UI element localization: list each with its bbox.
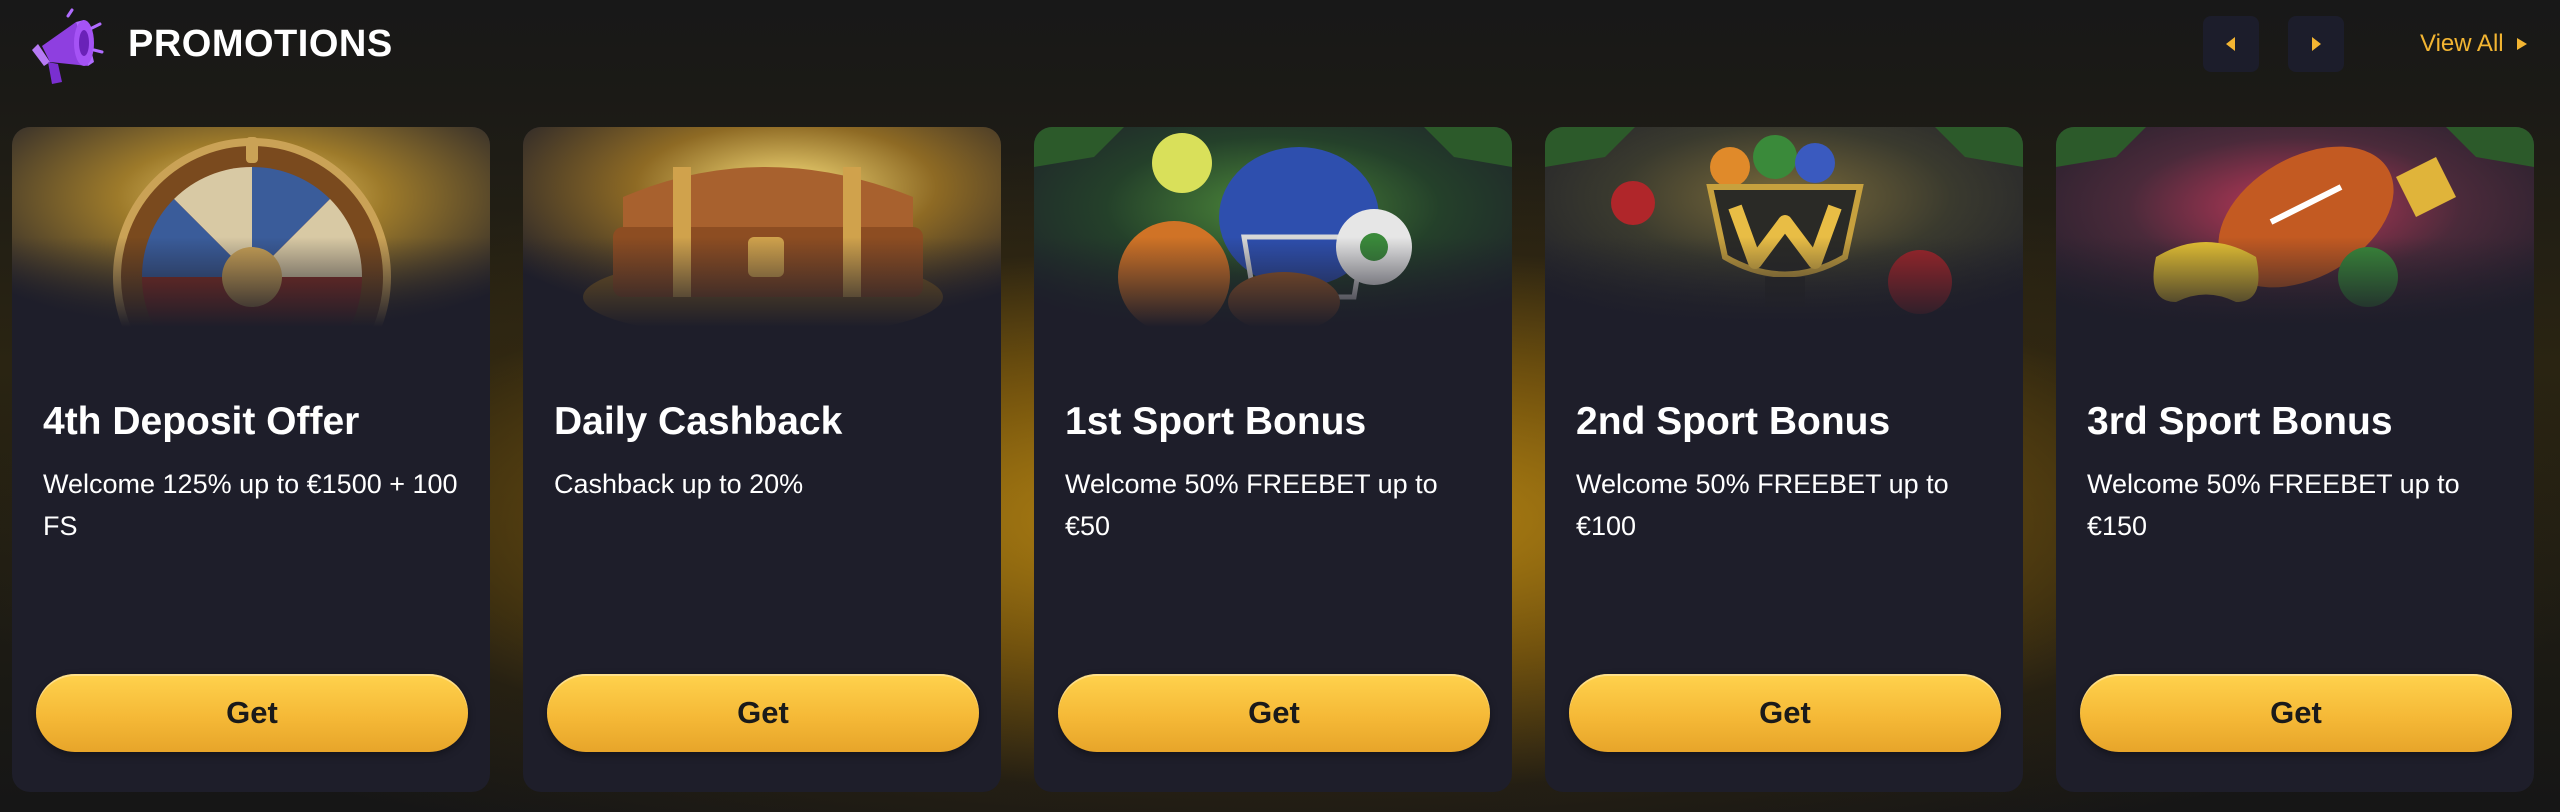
megaphone-icon xyxy=(24,6,106,88)
promo-description: Welcome 50% FREEBET up to €50 xyxy=(1065,469,1438,541)
get-button[interactable]: Get xyxy=(36,674,468,752)
promo-description: Welcome 50% FREEBET up to €150 xyxy=(2087,469,2460,541)
next-button[interactable] xyxy=(2288,16,2344,72)
previous-button[interactable] xyxy=(2203,16,2259,72)
promo-card: 1st Sport Bonus Welcome 50% FREEBET up t… xyxy=(1034,127,1512,792)
promo-title: 1st Sport Bonus xyxy=(1065,400,1367,443)
caret-right-icon xyxy=(2516,38,2527,50)
sports-balls-image xyxy=(1034,127,1512,327)
football-gamepad-image xyxy=(2056,127,2534,327)
view-all-link[interactable]: View All xyxy=(2420,24,2528,64)
get-button[interactable]: Get xyxy=(547,674,979,752)
promo-card: 3rd Sport Bonus Welcome 50% FREEBET up t… xyxy=(2056,127,2534,792)
promo-description: Welcome 50% FREEBET up to €100 xyxy=(1576,469,1949,541)
view-all-label: View All xyxy=(2420,30,2504,57)
promo-description: Cashback up to 20% xyxy=(554,469,804,499)
treasure-chest-image xyxy=(523,127,1001,327)
fortune-wheel-image xyxy=(12,127,490,327)
promo-card: 4th Deposit Offer Welcome 125% up to €15… xyxy=(12,127,490,792)
promo-card: Daily Cashback Cashback up to 20% Get xyxy=(523,127,1001,792)
caret-left-icon xyxy=(2226,37,2235,51)
get-button[interactable]: Get xyxy=(2080,674,2512,752)
promo-title: 4th Deposit Offer xyxy=(43,400,360,443)
trophy-image xyxy=(1545,127,2023,327)
promo-card: 2nd Sport Bonus Welcome 50% FREEBET up t… xyxy=(1545,127,2023,792)
promo-title: 2nd Sport Bonus xyxy=(1576,400,1891,443)
promotions-header: PROMOTIONS View All xyxy=(0,0,2560,100)
promotions-carousel: 4th Deposit Offer Welcome 125% up to €15… xyxy=(12,127,2552,792)
promo-title: Daily Cashback xyxy=(554,400,843,443)
get-button[interactable]: Get xyxy=(1058,674,1490,752)
caret-right-icon xyxy=(2312,37,2321,51)
page-title: PROMOTIONS xyxy=(128,23,393,65)
promo-title: 3rd Sport Bonus xyxy=(2087,400,2393,443)
promo-description: Welcome 125% up to €1500 + 100 FS xyxy=(43,469,458,541)
get-button[interactable]: Get xyxy=(1569,674,2001,752)
